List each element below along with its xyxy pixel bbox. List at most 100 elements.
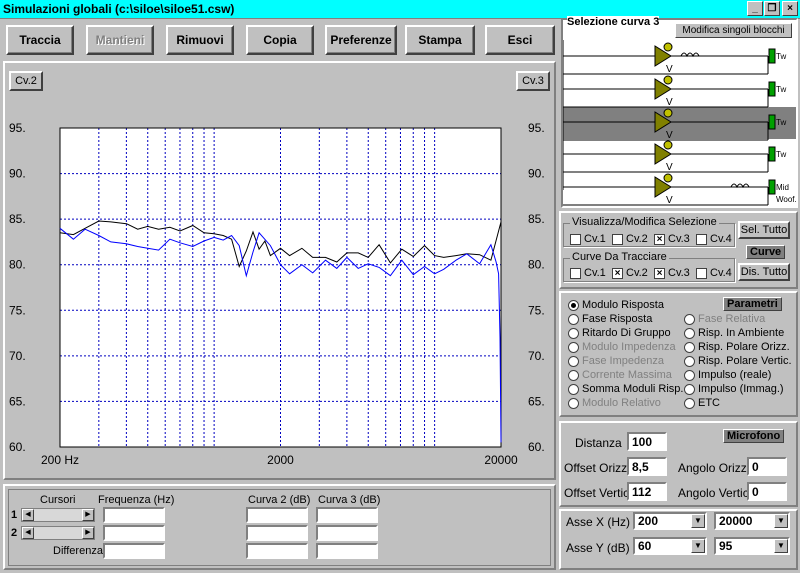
param-label: ETC (698, 397, 720, 409)
asse-y-max-value: 95 (719, 539, 733, 553)
param-modulo-risposta-radio[interactable]: Modulo Risposta (568, 299, 664, 311)
scroll-left-icon[interactable]: ◀ (22, 509, 34, 521)
c3-1-field[interactable] (316, 507, 378, 523)
y-tick-label-right: 60. (528, 440, 545, 454)
param-fase-risposta-radio[interactable]: Fase Risposta (568, 313, 652, 325)
chevron-down-icon[interactable]: ▼ (691, 539, 705, 553)
distanza-field[interactable]: 100 (627, 432, 667, 451)
chevron-down-icon[interactable]: ▼ (691, 514, 705, 528)
gain-knob-icon (663, 108, 673, 118)
param-ritardo-di-gruppo-radio[interactable]: Ritardo Di Gruppo (568, 327, 671, 339)
asse-x-min-select[interactable]: 200 ▼ (633, 512, 707, 530)
tr-cv4-label: Cv.4 (710, 267, 732, 279)
block-row: V Tw (563, 140, 786, 173)
offset-orizz-field[interactable]: 8,5 (627, 457, 667, 476)
scroll-right-icon[interactable]: ▶ (82, 509, 94, 521)
minimize-button[interactable]: _ (747, 1, 763, 16)
radio-empty-icon (684, 327, 695, 339)
maximize-button[interactable]: ❐ (764, 1, 780, 16)
param-label: Modulo Relativo (582, 397, 661, 409)
block-label: V (666, 162, 673, 173)
c2-1-field[interactable] (246, 507, 308, 523)
speaker-icon (768, 179, 776, 195)
y-tick-label-left: 60. (9, 440, 26, 454)
block-label: V (666, 97, 673, 108)
tr-cv3-checkbox[interactable]: × Cv.3 (654, 267, 690, 279)
dis-tutto-button[interactable]: Dis. Tutto (738, 263, 790, 281)
freq-diff-field[interactable] (103, 543, 165, 559)
block-label: V (666, 195, 673, 206)
parametri-header: Parametri (723, 297, 782, 311)
freq1-field[interactable] (103, 507, 165, 523)
param-corrente-massima-radio: Corrente Massima (568, 369, 672, 381)
radio-empty-icon (568, 383, 579, 395)
tr-cv3-label: Cv.3 (668, 267, 690, 279)
param-impulso-immag-radio[interactable]: Impulso (Immag.) (684, 383, 784, 395)
x-tick-label: 200 Hz (41, 453, 79, 467)
scroll-right-icon[interactable]: ▶ (82, 527, 94, 539)
frequenza-label: Frequenza (Hz) (98, 494, 175, 506)
angolo-orizz-field[interactable]: 0 (747, 457, 787, 476)
chevron-down-icon[interactable]: ▼ (774, 514, 788, 528)
block-row: V Tw (563, 42, 786, 75)
param-label: Ritardo Di Gruppo (582, 327, 671, 339)
c2-2-field[interactable] (246, 525, 308, 541)
close-button[interactable]: × (782, 1, 798, 16)
curve-header: Curve (746, 245, 786, 259)
c3-diff-field[interactable] (316, 543, 378, 559)
vis-cv2-checkbox[interactable]: Cv.2 (612, 233, 648, 245)
c2-diff-field[interactable] (246, 543, 308, 559)
distanza-label: Distanza (575, 436, 622, 450)
cursor2-label: 2 (11, 527, 18, 539)
freq2-field[interactable] (103, 525, 165, 541)
curva3-label: Curva 3 (dB) (318, 494, 381, 506)
checkbox-checked-icon: × (654, 233, 665, 245)
param-impulso-reale-radio[interactable]: Impulso (reale) (684, 369, 771, 381)
param-label: Risp. Polare Orizz. (698, 341, 790, 353)
output-label: Mid (776, 183, 789, 192)
tr-cv2-checkbox[interactable]: × Cv.2 (612, 267, 648, 279)
output-label: Tw (776, 118, 786, 127)
chevron-down-icon[interactable]: ▼ (774, 539, 788, 553)
asse-y-min-select[interactable]: 60 ▼ (633, 537, 707, 555)
modifica-blocchi-button[interactable]: Modifica singoli blocchi (675, 23, 792, 38)
angolo-orizz-label: Angolo Orizz. (678, 461, 751, 475)
y-tick-label-right: 95. (528, 121, 545, 135)
param-risp-polare-vertic-radio[interactable]: Risp. Polare Vertic. (684, 355, 792, 367)
block-diagram[interactable]: V Tw V Tw V Tw V Tw V Mid Woof. (563, 40, 796, 206)
cursor2-scrollbar[interactable]: ◀ ▶ (21, 526, 95, 540)
param-risp-polare-orizz-radio[interactable]: Risp. Polare Orizz. (684, 341, 790, 353)
offset-vertic-field[interactable]: 112 (627, 482, 667, 501)
plot-area (60, 128, 501, 447)
woof-label: Woof. (776, 195, 796, 204)
cursor1-scrollbar[interactable]: ◀ ▶ (21, 508, 95, 522)
asse-x-max-select[interactable]: 20000 ▼ (714, 512, 790, 530)
vis-cv1-checkbox[interactable]: Cv.1 (570, 233, 606, 245)
tr-cv4-checkbox[interactable]: Cv.4 (696, 267, 732, 279)
radio-empty-icon (684, 383, 695, 395)
y-tick-label-left: 70. (9, 349, 26, 363)
radio-selected-icon (568, 299, 579, 311)
vis-cv3-checkbox[interactable]: × Cv.3 (654, 233, 690, 245)
param-somma-moduli-risp-radio[interactable]: Somma Moduli Risp. (568, 383, 683, 395)
angolo-vertic-field[interactable]: 0 (747, 482, 787, 501)
asse-x-max-value: 20000 (719, 514, 753, 528)
c3-2-field[interactable] (316, 525, 378, 541)
tr-cv1-checkbox[interactable]: Cv.1 (570, 267, 606, 279)
gain-knob-icon (663, 75, 673, 85)
scroll-left-icon[interactable]: ◀ (22, 527, 34, 539)
param-label: Fase Impedenza (582, 355, 664, 367)
checkbox-empty-icon (570, 267, 581, 279)
tracciare-caption: Curve Da Tracciare (570, 251, 669, 263)
sel-tutto-button[interactable]: Sel. Tutto (738, 221, 790, 239)
y-tick-label-left: 85. (9, 212, 26, 226)
param-risp-in-ambiente-radio[interactable]: Risp. In Ambiente (684, 327, 784, 339)
output-label: Tw (776, 52, 786, 61)
vis-cv4-checkbox[interactable]: Cv.4 (696, 233, 732, 245)
radio-empty-icon (568, 313, 579, 325)
radio-empty-icon (684, 355, 695, 367)
asse-y-max-select[interactable]: 95 ▼ (714, 537, 790, 555)
cursor1-label: 1 (11, 509, 18, 521)
param-etc-radio[interactable]: ETC (684, 397, 720, 409)
param-fase-impedenza-radio: Fase Impedenza (568, 355, 664, 367)
